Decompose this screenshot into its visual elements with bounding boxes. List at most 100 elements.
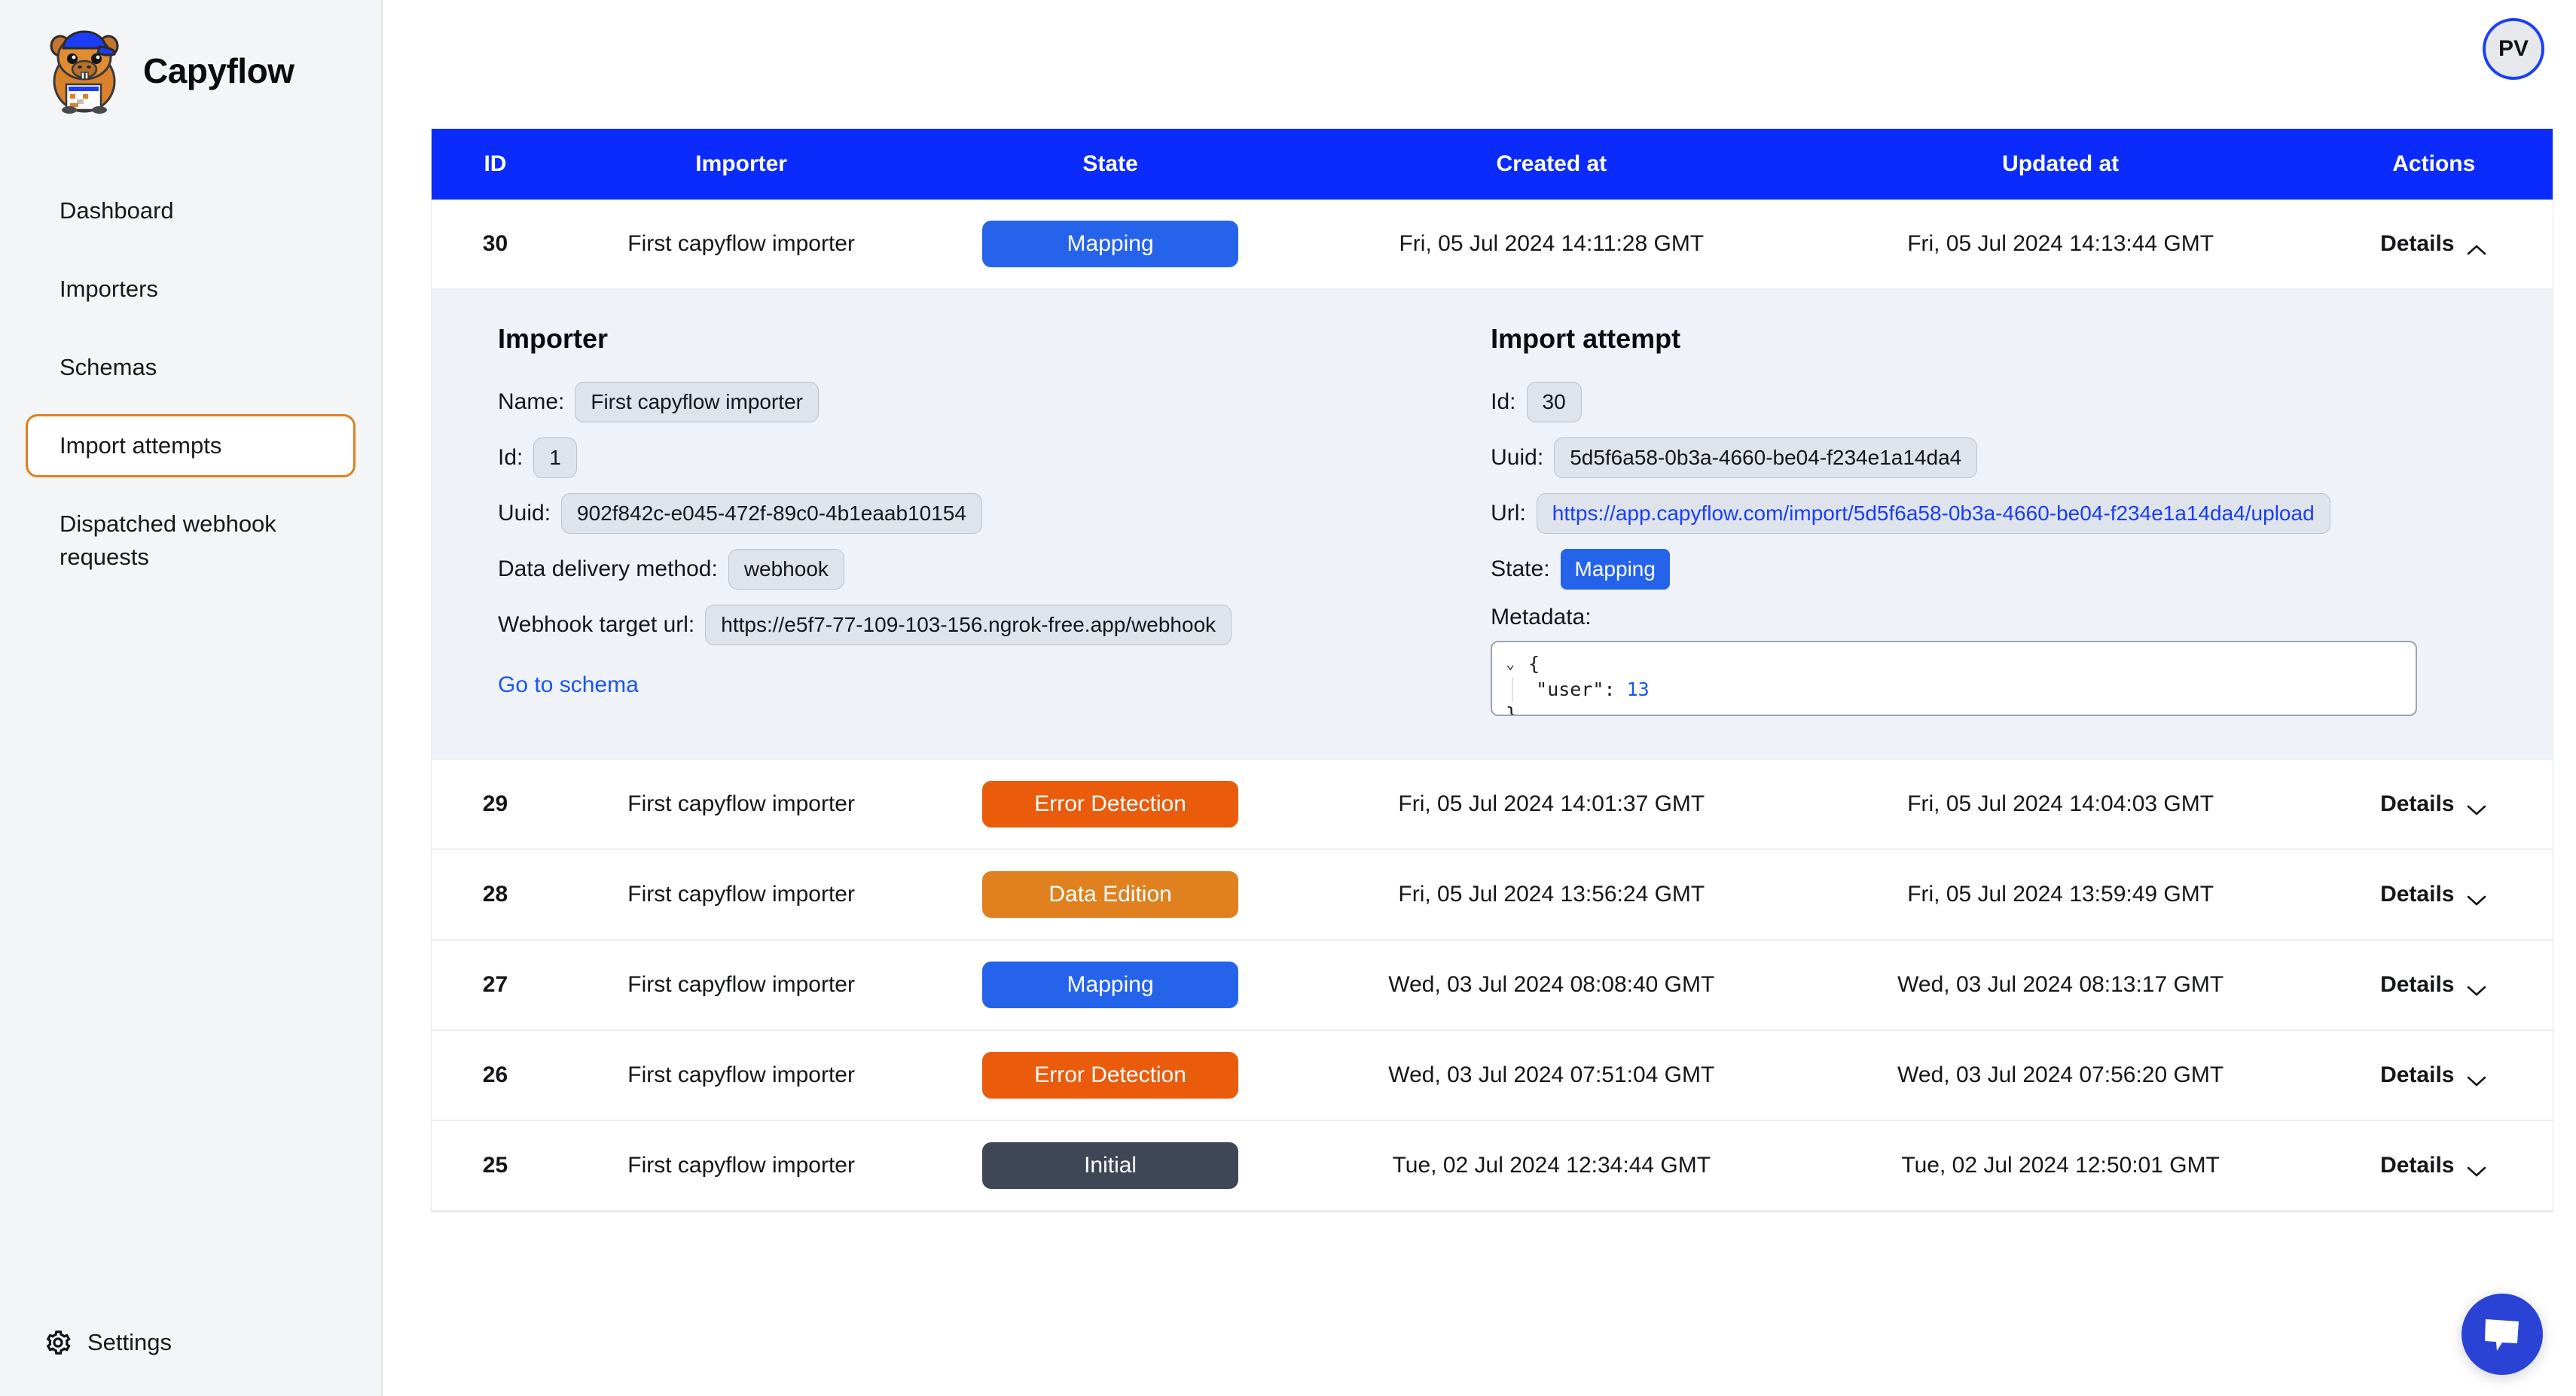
table-row[interactable]: 25 First capyflow importer Initial Tue, … — [432, 1120, 2553, 1211]
details-toggle-button[interactable]: Details — [2380, 1062, 2487, 1088]
capybara-logo-icon — [45, 27, 124, 114]
attempt-url-label: Url: — [1491, 501, 1526, 526]
attempt-state-badge[interactable]: Mapping — [1561, 549, 1670, 590]
attempt-state-label: State: — [1491, 556, 1549, 582]
chevron-down-icon — [2466, 888, 2487, 901]
importer-webhook-url-value[interactable]: https://e5f7-77-109-103-156.ngrok-free.a… — [705, 605, 1232, 645]
importer-webhook-url-label: Webhook target url: — [498, 612, 694, 638]
detail-panel-cell: Importer Name: First capyflow importer I… — [432, 289, 2553, 759]
column-header-importer[interactable]: Importer — [559, 129, 923, 200]
cell-created-at: Wed, 03 Jul 2024 08:08:40 GMT — [1297, 940, 1806, 1030]
attempt-state-field: State: Mapping — [1491, 549, 2553, 590]
importer-section-title: Importer — [498, 323, 1424, 355]
avatar[interactable]: PV — [2483, 18, 2544, 80]
settings-label: Settings — [87, 1329, 172, 1356]
json-body: "user": 13 — [1512, 677, 2402, 703]
details-label: Details — [2380, 791, 2454, 817]
attempt-id-label: Id: — [1491, 389, 1515, 415]
status-badge[interactable]: Initial — [982, 1142, 1238, 1189]
table-row[interactable]: 26 First capyflow importer Error Detecti… — [432, 1030, 2553, 1120]
cell-id: 26 — [432, 1030, 559, 1120]
sidebar-item-schemas[interactable]: Schemas — [26, 336, 356, 399]
chevron-down-icon — [2466, 1068, 2487, 1082]
details-label: Details — [2380, 1153, 2454, 1178]
chat-widget-button[interactable] — [2462, 1294, 2543, 1375]
cell-updated-at: Fri, 05 Jul 2024 13:59:49 GMT — [1806, 849, 2315, 940]
import-attempts-table-wrapper: ID Importer State Created at Updated at … — [431, 129, 2553, 1212]
cell-id: 27 — [432, 940, 559, 1030]
table-row[interactable]: 29 First capyflow importer Error Detecti… — [432, 759, 2553, 849]
importer-name-field: Name: First capyflow importer — [498, 382, 1424, 422]
column-header-created-at[interactable]: Created at — [1297, 129, 1806, 200]
sidebar-nav: Dashboard Importers Schemas Import attem… — [0, 179, 381, 589]
status-badge[interactable]: Data Edition — [982, 871, 1238, 918]
table-header: ID Importer State Created at Updated at … — [432, 129, 2553, 200]
importer-uuid-label: Uuid: — [498, 501, 551, 526]
details-toggle-button[interactable]: Details — [2380, 882, 2487, 907]
sidebar-item-dispatched-webhook-requests[interactable]: Dispatched webhook requests — [26, 492, 356, 589]
status-badge[interactable]: Mapping — [982, 962, 1238, 1008]
json-close-brace: } — [1506, 702, 1517, 716]
importer-delivery-method-field: Data delivery method: webhook — [498, 549, 1424, 590]
detail-panel-attempt-section: Import attempt Id: 30 Uuid: 5d5f6a58-0b3… — [1424, 323, 2553, 716]
go-to-schema-link[interactable]: Go to schema — [498, 672, 639, 698]
topbar: PV — [383, 0, 2576, 120]
cell-created-at: Tue, 02 Jul 2024 12:34:44 GMT — [1297, 1120, 1806, 1211]
import-attempts-table: ID Importer State Created at Updated at … — [432, 129, 2553, 1212]
table-row[interactable]: 28 First capyflow importer Data Edition … — [432, 849, 2553, 940]
details-label: Details — [2380, 882, 2454, 907]
metadata-json-viewer[interactable]: ⌄ { "user": 13 } — [1491, 641, 2417, 716]
importer-id-label: Id: — [498, 445, 523, 471]
importer-name-value[interactable]: First capyflow importer — [575, 382, 819, 422]
table-row-expanded-detail: Importer Name: First capyflow importer I… — [432, 289, 2553, 759]
details-toggle-button[interactable]: Details — [2380, 1153, 2487, 1178]
cell-updated-at: Fri, 05 Jul 2024 14:04:03 GMT — [1806, 759, 2315, 849]
cell-state: Mapping — [923, 200, 1297, 289]
details-toggle-button[interactable]: Details — [2380, 972, 2487, 998]
importer-delivery-method-value[interactable]: webhook — [728, 549, 844, 590]
cell-state: Mapping — [923, 940, 1297, 1030]
table-row[interactable]: 30 First capyflow importer Mapping Fri, … — [432, 200, 2553, 289]
table-header-row: ID Importer State Created at Updated at … — [432, 129, 2553, 200]
attempt-id-value[interactable]: 30 — [1527, 382, 1582, 422]
sidebar-item-import-attempts[interactable]: Import attempts — [26, 414, 356, 477]
cell-state: Error Detection — [923, 759, 1297, 849]
attempt-uuid-value[interactable]: 5d5f6a58-0b3a-4660-be04-f234e1a14da4 — [1554, 437, 1977, 478]
attempt-url-value[interactable]: https://app.capyflow.com/import/5d5f6a58… — [1537, 493, 2330, 534]
sidebar: Capyflow Dashboard Importers Schemas Imp… — [0, 0, 383, 1396]
chevron-down-icon — [2466, 1159, 2487, 1172]
details-label: Details — [2380, 231, 2454, 257]
cell-id: 30 — [432, 200, 559, 289]
sidebar-item-dashboard[interactable]: Dashboard — [26, 179, 356, 242]
column-header-state[interactable]: State — [923, 129, 1297, 200]
importer-webhook-url-field: Webhook target url: https://e5f7-77-109-… — [498, 605, 1424, 645]
importer-name-label: Name: — [498, 389, 564, 415]
cell-id: 29 — [432, 759, 559, 849]
details-label: Details — [2380, 972, 2454, 998]
status-badge[interactable]: Error Detection — [982, 1052, 1238, 1099]
chevron-down-icon[interactable]: ⌄ — [1506, 651, 1521, 675]
table-row[interactable]: 27 First capyflow importer Mapping Wed, … — [432, 940, 2553, 1030]
gear-icon — [44, 1328, 72, 1357]
status-badge[interactable]: Error Detection — [982, 781, 1238, 828]
detail-panel: Importer Name: First capyflow importer I… — [432, 290, 2553, 758]
attempt-uuid-label: Uuid: — [1491, 445, 1543, 471]
cell-actions: Details — [2315, 849, 2553, 940]
attempt-url-field: Url: https://app.capyflow.com/import/5d5… — [1491, 493, 2553, 534]
cell-updated-at: Wed, 03 Jul 2024 08:13:17 GMT — [1806, 940, 2315, 1030]
importer-id-value[interactable]: 1 — [533, 437, 577, 478]
cell-created-at: Fri, 05 Jul 2024 14:01:37 GMT — [1297, 759, 1806, 849]
importer-uuid-value[interactable]: 902f842c-e045-472f-89c0-4b1eaab10154 — [561, 493, 982, 534]
cell-state: Data Edition — [923, 849, 1297, 940]
chevron-down-icon — [2466, 978, 2487, 992]
sidebar-item-importers[interactable]: Importers — [26, 258, 356, 321]
column-header-id[interactable]: ID — [432, 129, 559, 200]
cell-actions: Details — [2315, 1120, 2553, 1211]
status-badge[interactable]: Mapping — [982, 221, 1238, 267]
details-toggle-button[interactable]: Details — [2380, 231, 2487, 257]
column-header-updated-at[interactable]: Updated at — [1806, 129, 2315, 200]
column-header-actions[interactable]: Actions — [2315, 129, 2553, 200]
cell-state: Error Detection — [923, 1030, 1297, 1120]
sidebar-item-settings[interactable]: Settings — [44, 1328, 172, 1357]
details-toggle-button[interactable]: Details — [2380, 791, 2487, 817]
